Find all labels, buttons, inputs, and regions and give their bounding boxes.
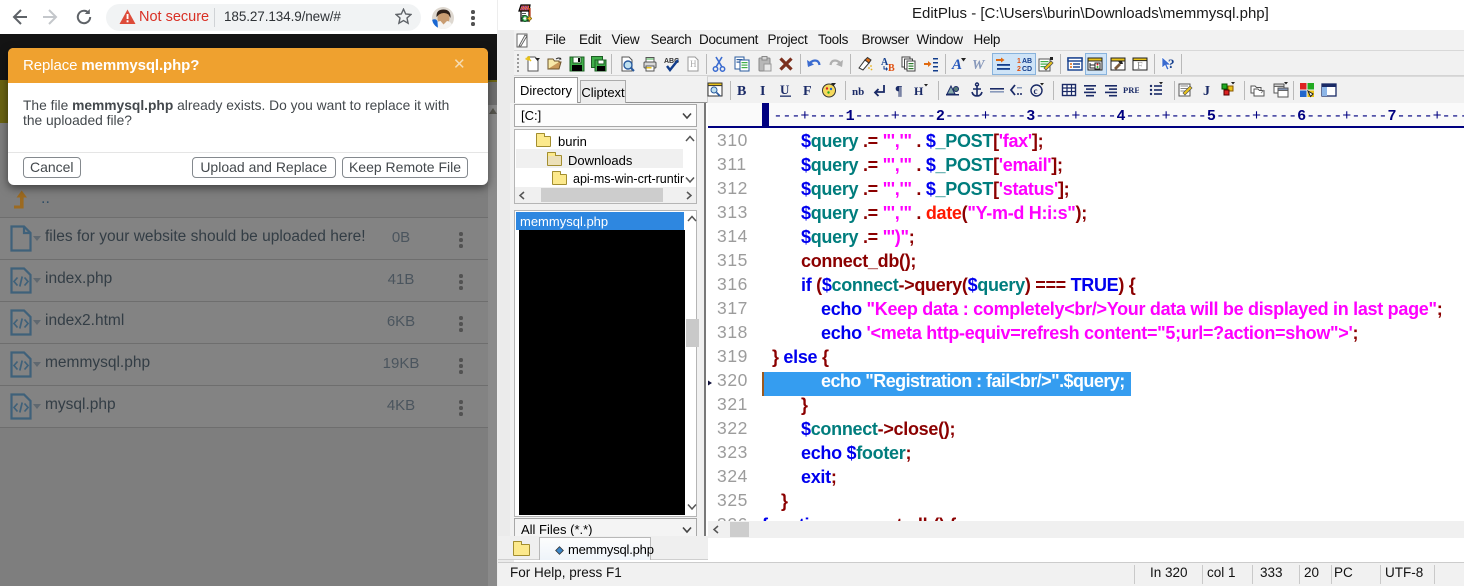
- svg-text:2: 2: [1017, 66, 1021, 72]
- svg-text:W: W: [972, 58, 986, 72]
- svg-text:1: 1: [1017, 58, 1021, 65]
- svg-text:I: I: [760, 84, 765, 98]
- svg-text:B: B: [888, 63, 895, 72]
- svg-text:U: U: [780, 82, 790, 97]
- svg-text:nb: nb: [852, 86, 864, 98]
- svg-text:J: J: [1203, 84, 1210, 98]
- svg-text:PRE: PRE: [1123, 85, 1139, 95]
- svg-text:AB: AB: [1022, 58, 1032, 65]
- svg-text:CD: CD: [1022, 66, 1032, 72]
- svg-text:H: H: [690, 59, 697, 69]
- svg-text:¶: ¶: [895, 84, 903, 98]
- svg-text:B: B: [737, 84, 746, 98]
- svg-text:H: H: [914, 84, 924, 98]
- svg-text:F: F: [803, 84, 812, 98]
- svg-text:A: A: [951, 57, 962, 72]
- svg-text:c: c: [1034, 86, 1038, 96]
- svg-text:F: F: [1137, 61, 1143, 72]
- svg-text:?: ?: [1168, 56, 1175, 71]
